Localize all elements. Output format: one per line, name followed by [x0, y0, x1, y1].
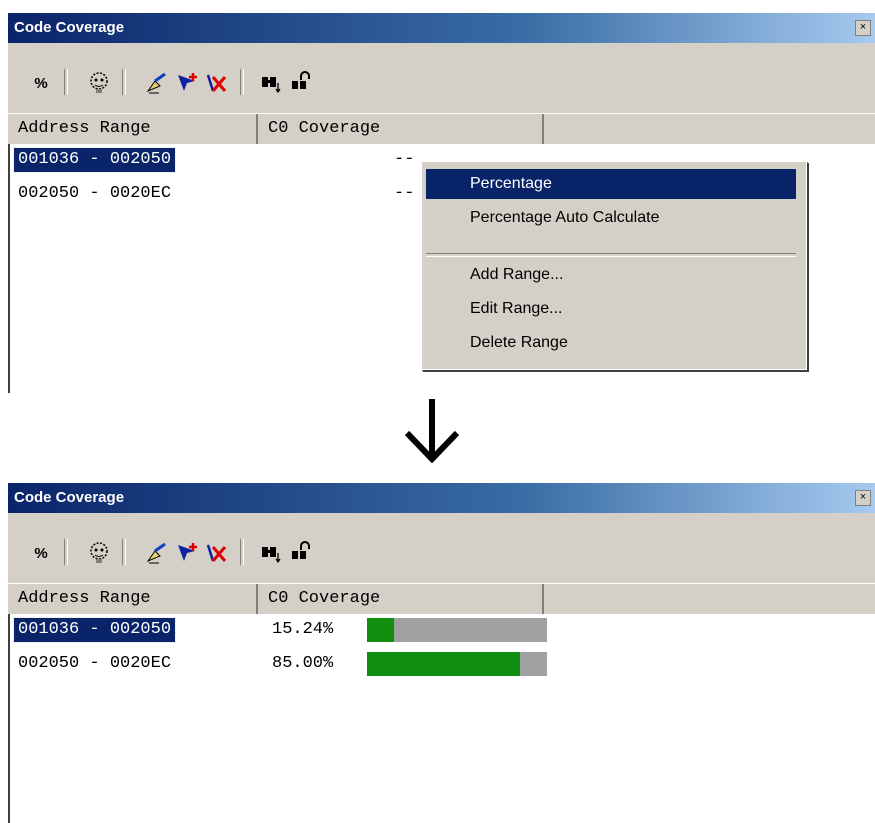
- add-range-button[interactable]: [174, 69, 200, 97]
- percent-button[interactable]: %: [28, 69, 54, 97]
- menu-item-add-range[interactable]: Add Range...: [426, 260, 796, 290]
- coverage-bar-fill: [367, 618, 395, 642]
- mask-icon: [90, 542, 108, 563]
- address-range-cell[interactable]: 001036 - 002050: [12, 617, 177, 643]
- menu-separator: [426, 253, 796, 257]
- column-c0-coverage[interactable]: C0 Coverage: [258, 584, 544, 614]
- down-arrow-icon: [404, 399, 460, 464]
- add-range-button[interactable]: [174, 539, 200, 567]
- lock-icon: [292, 71, 310, 89]
- lock-button[interactable]: [288, 69, 314, 97]
- delete-range-icon: [206, 544, 227, 562]
- address-range-cell[interactable]: 002050 - 0020EC: [14, 182, 175, 206]
- percent-button[interactable]: %: [28, 539, 54, 567]
- toolbar-separator: [240, 539, 244, 565]
- toolbar-separator: [122, 539, 126, 565]
- menu-item-percentage-auto-calculate[interactable]: Percentage Auto Calculate: [426, 203, 796, 233]
- delete-range-button[interactable]: [204, 539, 230, 567]
- column-header: Address Range C0 Coverage: [8, 113, 875, 145]
- coverage-bar: [367, 618, 547, 642]
- code-coverage-window-after: Code Coverage × % Address Range C0 Cover…: [8, 483, 875, 823]
- toolbar-separator: [122, 69, 126, 95]
- coverage-cell: --: [394, 184, 415, 203]
- hand-pen-button[interactable]: [144, 69, 170, 97]
- toolbar: %: [8, 513, 875, 583]
- coverage-percent: 85.00%: [272, 654, 334, 673]
- close-icon[interactable]: ×: [855, 490, 871, 506]
- window-title: Code Coverage: [14, 19, 125, 36]
- window-titlebar: Code Coverage ×: [8, 13, 875, 44]
- column-c0-coverage[interactable]: C0 Coverage: [258, 114, 544, 144]
- mask-button[interactable]: [86, 539, 112, 567]
- code-coverage-window-before: Code Coverage × % Address Range C0 Cover…: [8, 13, 875, 393]
- toolbar-separator: [64, 69, 68, 95]
- column-empty: [544, 114, 875, 144]
- delete-range-button[interactable]: [204, 69, 230, 97]
- add-range-icon: [178, 543, 197, 561]
- delete-range-icon: [206, 74, 227, 92]
- hand-pen-icon: [146, 542, 166, 564]
- menu-item-percentage[interactable]: Percentage: [426, 169, 796, 199]
- address-range-cell[interactable]: 001036 - 002050: [12, 147, 177, 173]
- toolbar-separator: [240, 69, 244, 95]
- hand-pen-button[interactable]: [144, 539, 170, 567]
- mask-icon: [90, 72, 108, 93]
- list-item[interactable]: 002050 - 0020EC 85.00%: [10, 652, 870, 676]
- coverage-percent: 15.24%: [272, 620, 334, 639]
- coverage-bar-fill: [367, 652, 520, 676]
- toolbar: %: [8, 43, 875, 113]
- menu-item-edit-range[interactable]: Edit Range...: [426, 294, 796, 324]
- window-titlebar: Code Coverage ×: [8, 483, 875, 514]
- toolbar-separator: [64, 539, 68, 565]
- column-empty: [544, 584, 875, 614]
- column-address-range[interactable]: Address Range: [8, 584, 258, 614]
- window-title: Code Coverage: [14, 489, 125, 506]
- find-icon: [262, 547, 281, 564]
- context-menu: Percentage Percentage Auto Calculate Add…: [421, 161, 807, 370]
- list-item[interactable]: 001036 - 002050 15.24%: [10, 617, 870, 643]
- menu-item-delete-range[interactable]: Delete Range: [426, 328, 796, 358]
- add-range-icon: [178, 73, 197, 91]
- hand-pen-icon: [146, 72, 166, 94]
- coverage-cell: --: [394, 150, 415, 169]
- percent-icon: %: [34, 74, 48, 92]
- lock-button[interactable]: [288, 539, 314, 567]
- lock-icon: [292, 541, 310, 559]
- percent-icon: %: [34, 544, 48, 562]
- find-icon: [262, 77, 281, 94]
- address-range-cell[interactable]: 002050 - 0020EC: [14, 652, 175, 676]
- find-button[interactable]: [258, 539, 284, 567]
- column-address-range[interactable]: Address Range: [8, 114, 258, 144]
- find-button[interactable]: [258, 69, 284, 97]
- close-icon[interactable]: ×: [855, 20, 871, 36]
- coverage-bar: [367, 652, 547, 676]
- coverage-list: 001036 - 002050 15.24% 002050 - 0020EC 8…: [8, 614, 875, 823]
- mask-button[interactable]: [86, 69, 112, 97]
- column-header: Address Range C0 Coverage: [8, 583, 875, 615]
